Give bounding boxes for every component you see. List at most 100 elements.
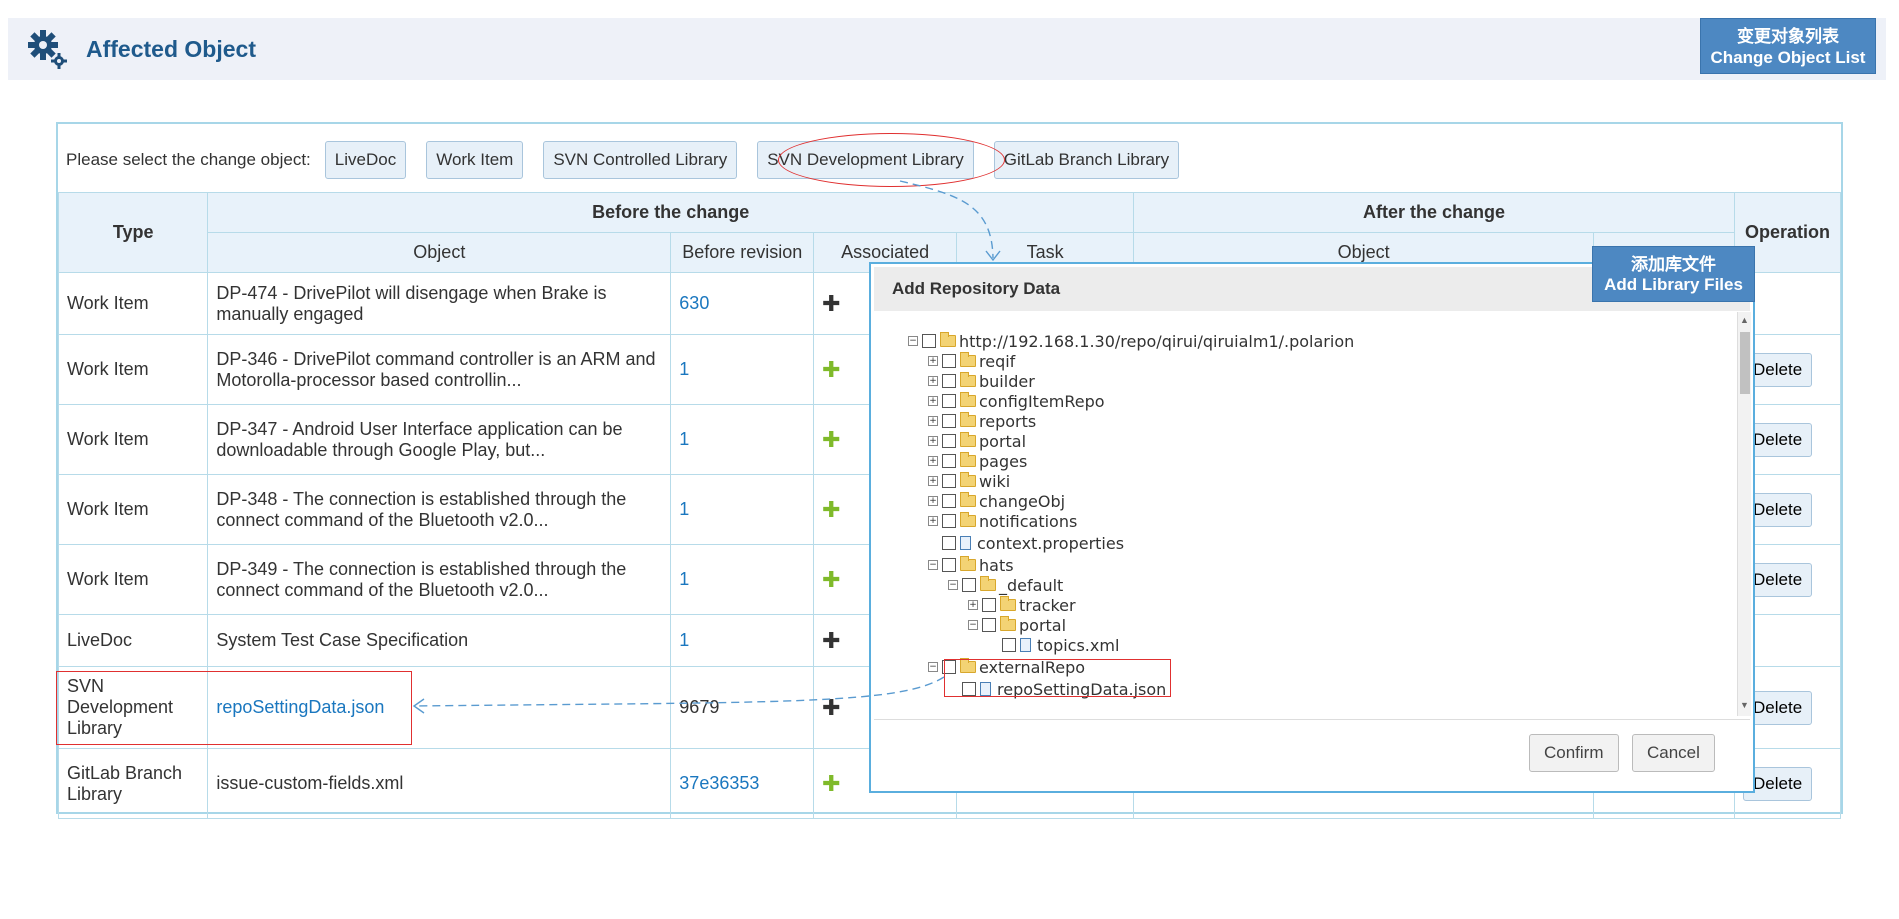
expand-icon[interactable]: + <box>928 356 938 366</box>
work-item-button[interactable]: Work Item <box>426 141 524 179</box>
tree-node-label: pages <box>979 451 1028 471</box>
collapse-icon[interactable]: − <box>908 336 918 346</box>
expand-icon[interactable]: + <box>928 516 938 526</box>
add-association-icon[interactable]: ✚ <box>822 291 840 316</box>
tree-node[interactable]: context.properties <box>928 533 1124 553</box>
expand-icon[interactable]: + <box>928 496 938 506</box>
tree-checkbox[interactable] <box>942 354 956 368</box>
scroll-thumb[interactable] <box>1740 332 1750 394</box>
before-change-header: Before the change <box>207 192 1135 233</box>
add-association-icon[interactable]: ✚ <box>822 771 840 796</box>
row-revision[interactable]: 37e36353 <box>670 748 815 819</box>
tree-checkbox[interactable] <box>982 598 996 612</box>
tree-node[interactable]: + reports <box>928 411 1036 431</box>
collapse-icon[interactable]: − <box>948 580 958 590</box>
tree-checkbox[interactable] <box>982 618 996 632</box>
change-object-list-button[interactable]: 变更对象列表 Change Object List <box>1700 18 1876 74</box>
tree-node[interactable]: + notifications <box>928 511 1077 531</box>
tree-node-label: hats <box>979 555 1014 575</box>
tree-node[interactable]: topics.xml <box>988 635 1119 655</box>
tree-node[interactable]: − portal <box>968 615 1066 635</box>
tree-node[interactable]: + changeObj <box>928 491 1065 511</box>
expand-icon[interactable]: + <box>928 416 938 426</box>
row-object-id[interactable]: DP-348 <box>216 489 277 509</box>
add-repository-data-dialog: Add Repository Data 添加库文件 Add Library Fi… <box>869 246 1755 793</box>
add-association-icon[interactable]: ✚ <box>822 497 840 522</box>
row-revision[interactable]: 1 <box>670 614 815 667</box>
collapse-icon[interactable]: − <box>968 620 978 630</box>
folder-icon <box>960 556 976 571</box>
tree-checkbox[interactable] <box>1002 638 1016 652</box>
expand-icon[interactable]: + <box>928 436 938 446</box>
tree-checkbox[interactable] <box>942 514 956 528</box>
tree-node-label: http://192.168.1.30/repo/qirui/qiruialm1… <box>959 331 1355 351</box>
row-object-text: - The connection is established through … <box>216 558 627 600</box>
tree-scrollbar[interactable]: ▲ ▼ <box>1737 312 1751 716</box>
row-revision[interactable]: 1 <box>670 544 815 615</box>
row-object[interactable]: issue-custom-fields.xml <box>207 748 672 819</box>
tree-checkbox[interactable] <box>942 474 956 488</box>
row-object-id[interactable]: DP-349 <box>216 559 277 579</box>
folder-icon <box>960 432 976 447</box>
add-association-icon[interactable]: ✚ <box>822 567 840 592</box>
add-association-icon[interactable]: ✚ <box>822 357 840 382</box>
livedoc-button[interactable]: LiveDoc <box>324 141 407 179</box>
tree-checkbox[interactable] <box>922 334 936 348</box>
tree-node[interactable]: − http://192.168.1.30/repo/qirui/qiruialm… <box>908 331 1354 351</box>
tree-checkbox[interactable] <box>942 374 956 388</box>
row-revision[interactable]: 1 <box>670 334 815 405</box>
tree-checkbox[interactable] <box>942 558 956 572</box>
row-type: SVN Development Library <box>57 666 209 749</box>
confirm-button[interactable]: Confirm <box>1529 734 1619 772</box>
tree-checkbox[interactable] <box>942 394 956 408</box>
row-object: DP-348 - The connection is established t… <box>207 474 672 545</box>
tree-checkbox[interactable] <box>942 434 956 448</box>
row-object[interactable]: repoSettingData.json <box>207 666 672 749</box>
tree-checkbox[interactable] <box>942 536 956 550</box>
collapse-icon[interactable]: − <box>928 560 938 570</box>
add-association-icon[interactable]: ✚ <box>822 695 840 720</box>
expand-icon[interactable]: + <box>928 476 938 486</box>
row-object-id[interactable]: DP-346 <box>216 349 277 369</box>
tree-checkbox[interactable] <box>942 414 956 428</box>
tree-node[interactable]: repoSettingData.json <box>948 679 1166 699</box>
tree-node[interactable]: − hats <box>928 555 1014 575</box>
row-object-id[interactable]: DP-347 <box>216 419 277 439</box>
expand-icon[interactable]: + <box>928 396 938 406</box>
folder-icon <box>980 576 996 591</box>
tree-checkbox[interactable] <box>962 578 976 592</box>
expand-icon[interactable]: + <box>928 456 938 466</box>
tree-checkbox[interactable] <box>942 660 956 674</box>
expand-icon[interactable]: + <box>968 600 978 610</box>
row-object[interactable]: System Test Case Specification <box>207 614 672 667</box>
scroll-down-icon[interactable]: ▼ <box>1740 700 1749 710</box>
tree-checkbox[interactable] <box>942 494 956 508</box>
tree-node[interactable]: + tracker <box>968 595 1076 615</box>
collapse-icon[interactable]: − <box>928 662 938 672</box>
svn-development-library-button[interactable]: SVN Development Library <box>757 141 974 179</box>
tree-node[interactable]: + portal <box>928 431 1026 451</box>
tree-checkbox[interactable] <box>942 454 956 468</box>
row-revision[interactable]: 1 <box>670 404 815 475</box>
tree-node[interactable]: + configItemRepo <box>928 391 1105 411</box>
scroll-up-icon[interactable]: ▲ <box>1740 315 1749 325</box>
tree-node[interactable]: + builder <box>928 371 1035 391</box>
tree-node[interactable]: − externalRepo <box>928 657 1085 677</box>
tree-node[interactable]: + wiki <box>928 471 1010 491</box>
tree-checkbox[interactable] <box>962 682 976 696</box>
tree-node[interactable]: + pages <box>928 451 1027 471</box>
row-type: LiveDoc <box>57 614 209 667</box>
svn-controlled-library-button[interactable]: SVN Controlled Library <box>543 141 738 179</box>
add-association-icon[interactable]: ✚ <box>822 628 840 653</box>
expand-icon[interactable]: + <box>928 376 938 386</box>
row-object-id[interactable]: DP-474 <box>216 283 277 303</box>
cancel-button[interactable]: Cancel <box>1632 734 1715 772</box>
tree-node[interactable]: + reqif <box>928 351 1015 371</box>
tree-node[interactable]: − _default <box>948 575 1063 595</box>
gitlab-branch-library-button[interactable]: GitLab Branch Library <box>993 141 1180 179</box>
tree-node-label: portal <box>979 431 1027 451</box>
row-revision[interactable]: 1 <box>670 474 815 545</box>
add-association-icon[interactable]: ✚ <box>822 427 840 452</box>
row-revision[interactable]: 630 <box>670 272 815 335</box>
object-header: Object <box>207 232 672 273</box>
